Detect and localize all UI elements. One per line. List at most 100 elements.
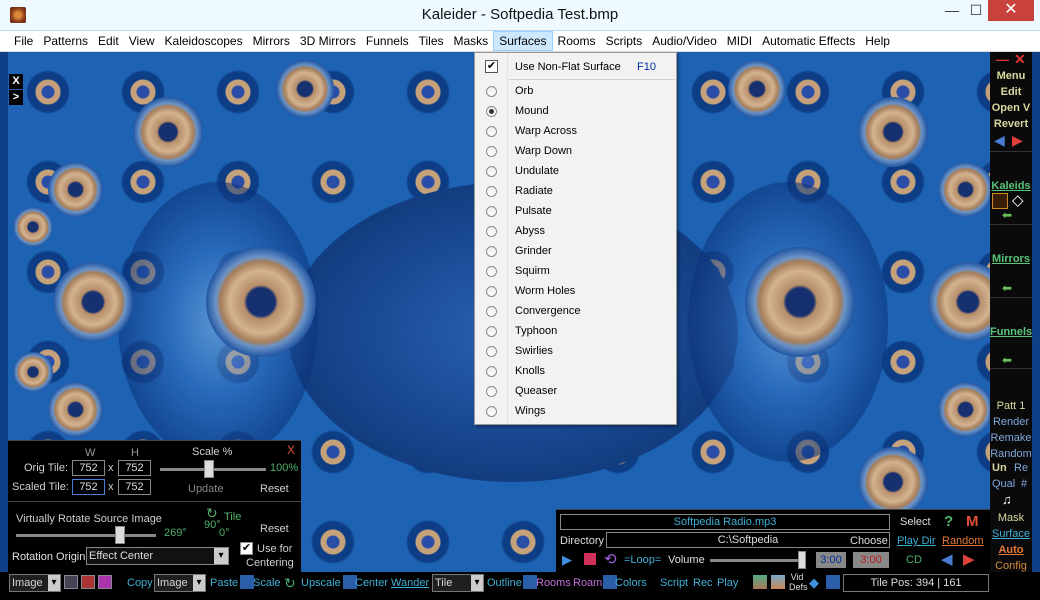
funnels-button[interactable]: Funnels — [990, 324, 1032, 340]
play-dir-button[interactable]: Play Dir — [897, 535, 936, 547]
menu-audio-video[interactable]: Audio/Video — [647, 31, 722, 51]
cd-button[interactable]: CD — [906, 554, 922, 566]
midi-m-icon[interactable]: M — [966, 513, 979, 530]
orig-height-field[interactable]: 752 — [118, 460, 151, 476]
scale-icon[interactable] — [240, 575, 254, 589]
diamond-icon[interactable]: ◆ — [809, 575, 819, 591]
select-button[interactable]: Select — [900, 516, 931, 528]
choose-button[interactable]: Choose — [850, 535, 888, 547]
wander-button[interactable]: Wander — [391, 577, 429, 589]
surface-item-undulate[interactable]: Undulate — [475, 162, 676, 182]
rotate-slider-track[interactable] — [16, 534, 156, 537]
tile-select[interactable]: Tile — [432, 574, 484, 592]
gallery-icon[interactable] — [753, 575, 767, 589]
menu-mirrors[interactable]: Mirrors — [248, 31, 295, 51]
help-icon[interactable]: ? — [944, 513, 953, 530]
colors-button[interactable]: Colors — [615, 577, 647, 589]
menu-midi[interactable]: MIDI — [722, 31, 757, 51]
surface-item-swirlies[interactable]: Swirlies — [475, 342, 676, 362]
surface-item-radiate[interactable]: Radiate — [475, 182, 676, 202]
mask-button[interactable]: Mask — [990, 510, 1032, 526]
surface-item-worm-holes[interactable]: Worm Holes — [475, 282, 676, 302]
reset-rotation-button[interactable]: Reset — [260, 523, 289, 535]
scaled-height-field[interactable]: 752 — [118, 479, 151, 495]
vid-defs-button[interactable]: Vid Defs — [789, 572, 808, 592]
open-v-button[interactable]: Open V — [990, 100, 1032, 116]
surface-item-orb[interactable]: Orb — [475, 82, 676, 102]
prev-arrow-icon[interactable]: ◀ — [941, 550, 953, 568]
redo-button[interactable]: Re — [1014, 462, 1028, 474]
orig-width-field[interactable]: 752 — [72, 460, 105, 476]
scale-button[interactable]: Scale — [253, 577, 281, 589]
refresh-icon[interactable]: ↻ — [284, 575, 296, 592]
random-play-button[interactable]: Random — [942, 535, 984, 547]
random-button[interactable]: Random — [990, 446, 1032, 462]
centering-checkbox[interactable]: ✔ — [240, 542, 253, 555]
menu-edit[interactable]: Edit — [93, 31, 124, 51]
menu-scripts[interactable]: Scripts — [601, 31, 648, 51]
diamond-icon[interactable]: ◇ — [1012, 191, 1024, 209]
kaleid-icon[interactable] — [992, 193, 1008, 209]
close-tile-panel-button[interactable]: X — [287, 443, 295, 457]
surface-item-queaser[interactable]: Queaser — [475, 382, 676, 402]
green-arrow-icon[interactable]: ⬅ — [1002, 353, 1012, 367]
kaleids-button[interactable]: Kaleids — [990, 178, 1032, 194]
surface-item-warp-down[interactable]: Warp Down — [475, 142, 676, 162]
menu-tiles[interactable]: Tiles — [414, 31, 449, 51]
menu-3d-mirrors[interactable]: 3D Mirrors — [295, 31, 361, 51]
track-name-field[interactable]: Softpedia Radio.mp3 — [560, 514, 890, 530]
surface-item-warp-across[interactable]: Warp Across — [475, 122, 676, 142]
surface-item-grinder[interactable]: Grinder — [475, 242, 676, 262]
menu-button[interactable]: Menu — [990, 68, 1032, 84]
tile-pos-icon[interactable] — [826, 575, 840, 589]
scale-slider-thumb[interactable] — [204, 460, 214, 478]
arrow-left-icon[interactable]: ◀ — [994, 132, 1005, 149]
mirrors-button[interactable]: Mirrors — [990, 251, 1032, 267]
directory-field[interactable]: C:\Softpedia — [606, 532, 890, 548]
reset-scale-button[interactable]: Reset — [260, 483, 289, 495]
auto-button[interactable]: Auto — [990, 542, 1032, 558]
menu-help[interactable]: Help — [860, 31, 895, 51]
roam-button[interactable]: Roam — [573, 577, 602, 589]
surface-item-mound[interactable]: Mound — [475, 102, 676, 122]
image-source-select[interactable]: Image — [9, 574, 61, 592]
close-panel-icon[interactable]: ✕ — [1014, 51, 1026, 68]
quality-button[interactable]: Qual — [992, 478, 1015, 490]
remake-button[interactable]: Remake — [990, 430, 1032, 446]
menu-surfaces[interactable]: Surfaces — [493, 31, 553, 51]
upscale-button[interactable]: Upscale — [301, 577, 341, 589]
minimize-panel-icon[interactable]: — — [996, 52, 1009, 67]
edit-button[interactable]: Edit — [990, 84, 1032, 100]
close-button[interactable]: ✕ — [988, 0, 1034, 21]
copy-target-select[interactable]: Image — [154, 574, 206, 592]
menu-funnels[interactable]: Funnels — [361, 31, 414, 51]
play-script-button[interactable]: Play — [717, 577, 738, 589]
stop-icon[interactable] — [584, 553, 596, 565]
next-arrow-icon[interactable]: ▶ — [963, 550, 975, 568]
green-arrow-icon[interactable]: ⬅ — [1002, 208, 1012, 222]
menu-rooms[interactable]: Rooms — [553, 31, 601, 51]
undo-button[interactable]: Un — [992, 462, 1007, 474]
volume-slider-track[interactable] — [710, 559, 806, 562]
surface-item-convergence[interactable]: Convergence — [475, 302, 676, 322]
rooms-icon[interactable] — [523, 575, 537, 589]
green-arrow-icon[interactable]: ⬅ — [1002, 281, 1012, 295]
menu-item-use-non-flat-surface[interactable]: ✔ Use Non-Flat Surface F10 — [475, 55, 676, 75]
menu-file[interactable]: File — [9, 31, 38, 51]
center-button[interactable]: Center — [355, 577, 388, 589]
script-button[interactable]: Script — [660, 577, 688, 589]
surface-item-abyss[interactable]: Abyss — [475, 222, 676, 242]
expand-button[interactable]: > — [9, 90, 23, 105]
scaled-width-field[interactable]: 752 — [72, 479, 105, 495]
rotation-origin-select[interactable]: Effect Center ▾ — [86, 547, 229, 565]
surface-item-typhoon[interactable]: Typhoon — [475, 322, 676, 342]
volume-slider-thumb[interactable] — [798, 551, 806, 569]
record-button[interactable]: Rec — [693, 577, 713, 589]
hide-controls-button[interactable]: X — [9, 74, 23, 89]
menu-view[interactable]: View — [124, 31, 160, 51]
surface-item-knolls[interactable]: Knolls — [475, 362, 676, 382]
hash-button[interactable]: # — [1021, 478, 1027, 490]
surface-item-squirm[interactable]: Squirm — [475, 262, 676, 282]
revert-button[interactable]: Revert — [990, 116, 1032, 132]
maximize-button[interactable]: ☐ — [962, 0, 990, 21]
